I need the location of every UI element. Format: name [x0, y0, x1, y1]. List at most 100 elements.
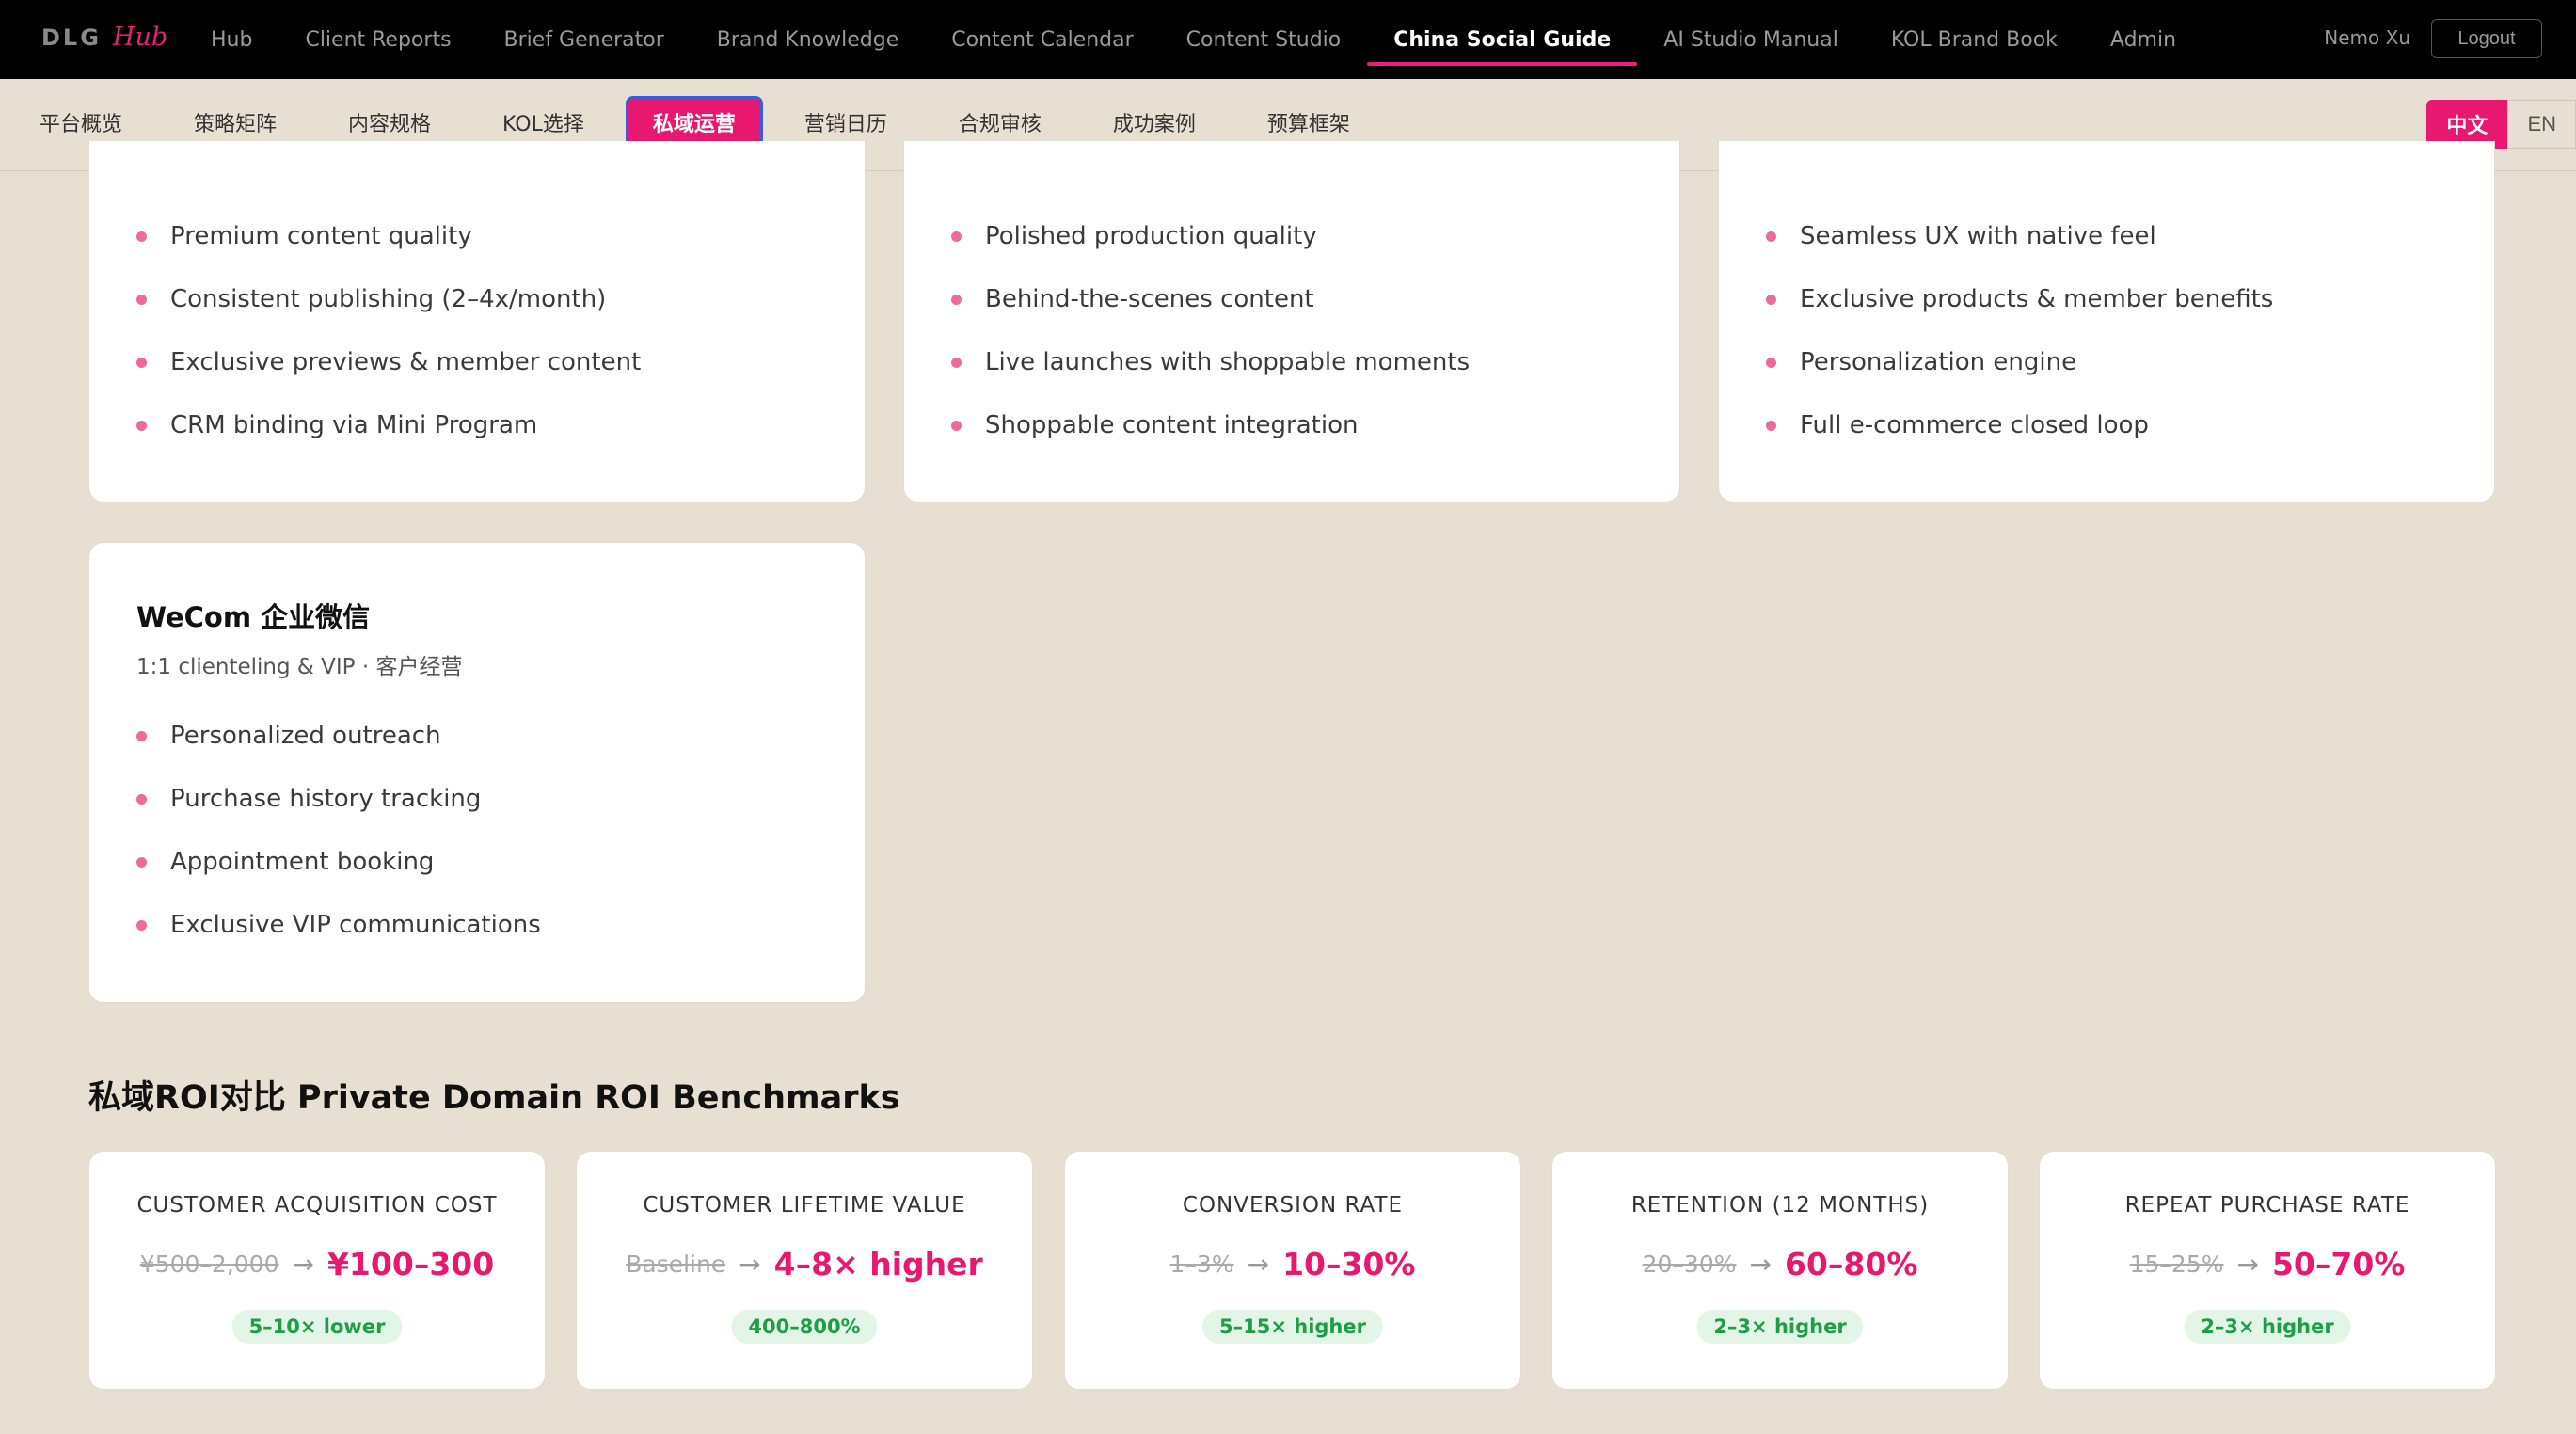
- roi-after: 4–8× higher: [773, 1246, 983, 1283]
- list-item: Personalization engine: [1766, 331, 2273, 394]
- roi-badge: 2–3× higher: [2184, 1310, 2351, 1344]
- bullet-icon: [136, 231, 147, 242]
- nav-content-calendar[interactable]: Content Calendar: [925, 0, 1159, 79]
- bullet-icon: [136, 295, 147, 305]
- list-item: Consistent publishing (2–4x/month): [136, 268, 641, 331]
- roi-values: 1–3% → 10–30%: [1065, 1246, 1520, 1283]
- roi-card-repeat-purchase: REPEAT PURCHASE RATE 15–25% → 50–70% 2–3…: [2039, 1151, 2496, 1390]
- nav-ai-studio-manual[interactable]: AI Studio Manual: [1637, 0, 1865, 79]
- list-item-text: Shoppable content integration: [985, 411, 1359, 439]
- feature-list: Personalized outreach Purchase history t…: [136, 705, 541, 957]
- roi-values: ¥500–2,000 → ¥100–300: [89, 1246, 545, 1283]
- feature-list: Seamless UX with native feel Exclusive p…: [1766, 205, 2273, 457]
- roi-badge: 2–3× higher: [1696, 1310, 1864, 1344]
- arrow-right-icon: →: [739, 1249, 761, 1280]
- roi-label: CUSTOMER LIFETIME VALUE: [643, 1193, 966, 1218]
- roi-after: 60–80%: [1784, 1246, 1918, 1283]
- roi-badge: 5–10× lower: [231, 1310, 403, 1344]
- list-item: Shoppable content integration: [951, 394, 1470, 457]
- bullet-icon: [1766, 358, 1776, 368]
- list-item: Exclusive VIP communications: [136, 894, 541, 957]
- channel-card-1: Premium content quality Consistent publi…: [88, 141, 866, 502]
- user-name: Nemo Xu: [2324, 26, 2410, 49]
- list-item-text: Personalized outreach: [170, 722, 441, 750]
- nav-china-social-guide[interactable]: China Social Guide: [1367, 0, 1638, 79]
- roi-card-cac: CUSTOMER ACQUISITION COST ¥500–2,000 → ¥…: [88, 1151, 546, 1390]
- roi-label: CUSTOMER ACQUISITION COST: [136, 1193, 498, 1218]
- card-subtitle: 1:1 clienteling & VIP · 客户经营: [136, 655, 463, 679]
- roi-after: ¥100–300: [326, 1246, 495, 1283]
- list-item-text: CRM binding via Mini Program: [170, 411, 538, 439]
- app-logo[interactable]: DLG Hub: [41, 23, 167, 52]
- section-title: 私域ROI对比 Private Domain ROI Benchmarks: [88, 1079, 900, 1117]
- nav-content-studio[interactable]: Content Studio: [1160, 0, 1368, 79]
- bullet-icon: [136, 857, 147, 868]
- bullet-icon: [136, 731, 147, 741]
- nav-client-reports[interactable]: Client Reports: [278, 0, 477, 79]
- list-item-text: Seamless UX with native feel: [1800, 222, 2156, 250]
- roi-before: 20–30%: [1642, 1251, 1737, 1278]
- logo-accent: Hub: [112, 23, 168, 52]
- bullet-icon: [951, 421, 962, 431]
- lang-en-button[interactable]: EN: [2507, 100, 2576, 149]
- top-navbar: DLG Hub Hub Client Reports Brief Generat…: [0, 0, 2576, 79]
- list-item-text: Consistent publishing (2–4x/month): [170, 285, 607, 313]
- list-item-text: Behind-the-scenes content: [985, 285, 1314, 313]
- roi-before: 1–3%: [1169, 1251, 1234, 1278]
- bullet-icon: [136, 794, 147, 805]
- list-item: Exclusive products & member benefits: [1766, 268, 2273, 331]
- roi-card-retention: RETENTION (12 MONTHS) 20–30% → 60–80% 2–…: [1551, 1151, 2009, 1390]
- list-item: Seamless UX with native feel: [1766, 205, 2273, 268]
- bullet-icon: [136, 920, 147, 931]
- nav-admin[interactable]: Admin: [2084, 0, 2202, 79]
- list-item-text: Exclusive previews & member content: [170, 348, 642, 376]
- roi-values: 20–30% → 60–80%: [1552, 1246, 2008, 1283]
- list-item-text: Exclusive products & member benefits: [1800, 285, 2274, 313]
- nav-kol-brand-book[interactable]: KOL Brand Book: [1865, 0, 2084, 79]
- list-item: Purchase history tracking: [136, 768, 541, 831]
- nav-brief-generator[interactable]: Brief Generator: [478, 0, 691, 79]
- bullet-icon: [1766, 295, 1776, 305]
- roi-before: ¥500–2,000: [139, 1251, 279, 1278]
- list-item-text: Polished production quality: [985, 222, 1317, 250]
- roi-after: 10–30%: [1282, 1246, 1416, 1283]
- list-item: Personalized outreach: [136, 705, 541, 768]
- feature-list: Premium content quality Consistent publi…: [136, 205, 641, 457]
- roi-badge: 5–15× higher: [1202, 1310, 1383, 1344]
- list-item-text: Full e-commerce closed loop: [1800, 411, 2149, 439]
- roi-before: Baseline: [626, 1251, 726, 1278]
- arrow-right-icon: →: [1749, 1249, 1772, 1280]
- feature-list: Polished production quality Behind-the-s…: [951, 205, 1470, 457]
- roi-label: RETENTION (12 MONTHS): [1630, 1193, 1930, 1218]
- arrow-right-icon: →: [2236, 1249, 2259, 1280]
- bullet-icon: [1766, 231, 1776, 242]
- list-item: Exclusive previews & member content: [136, 331, 641, 394]
- list-item-text: Live launches with shoppable moments: [985, 348, 1471, 376]
- channel-card-2: Polished production quality Behind-the-s…: [903, 141, 1680, 502]
- roi-values: 15–25% → 50–70%: [2040, 1246, 2495, 1283]
- bullet-icon: [136, 358, 147, 368]
- arrow-right-icon: →: [1247, 1249, 1270, 1280]
- list-item: Behind-the-scenes content: [951, 268, 1470, 331]
- list-item-text: Appointment booking: [170, 848, 435, 876]
- bullet-icon: [1766, 421, 1776, 431]
- roi-values: Baseline → 4–8× higher: [577, 1246, 1032, 1283]
- roi-card-conversion: CONVERSION RATE 1–3% → 10–30% 5–15× high…: [1064, 1151, 1521, 1390]
- bullet-icon: [136, 421, 147, 431]
- nav-hub[interactable]: Hub: [184, 0, 278, 79]
- roi-label: REPEAT PURCHASE RATE: [2124, 1193, 2410, 1218]
- bullet-icon: [951, 231, 962, 242]
- logo-main: DLG: [41, 24, 102, 51]
- list-item: CRM binding via Mini Program: [136, 394, 641, 457]
- nav-brand-knowledge[interactable]: Brand Knowledge: [691, 0, 925, 79]
- list-item: Premium content quality: [136, 205, 641, 268]
- logout-button[interactable]: Logout: [2431, 19, 2542, 58]
- wecom-card: WeCom 企业微信 1:1 clienteling & VIP · 客户经营 …: [88, 542, 866, 1003]
- list-item: Live launches with shoppable moments: [951, 331, 1470, 394]
- list-item: Full e-commerce closed loop: [1766, 394, 2273, 457]
- list-item: Appointment booking: [136, 831, 541, 894]
- list-item: Polished production quality: [951, 205, 1470, 268]
- bullet-icon: [951, 295, 962, 305]
- arrow-right-icon: →: [292, 1249, 314, 1280]
- list-item-text: Premium content quality: [170, 222, 472, 250]
